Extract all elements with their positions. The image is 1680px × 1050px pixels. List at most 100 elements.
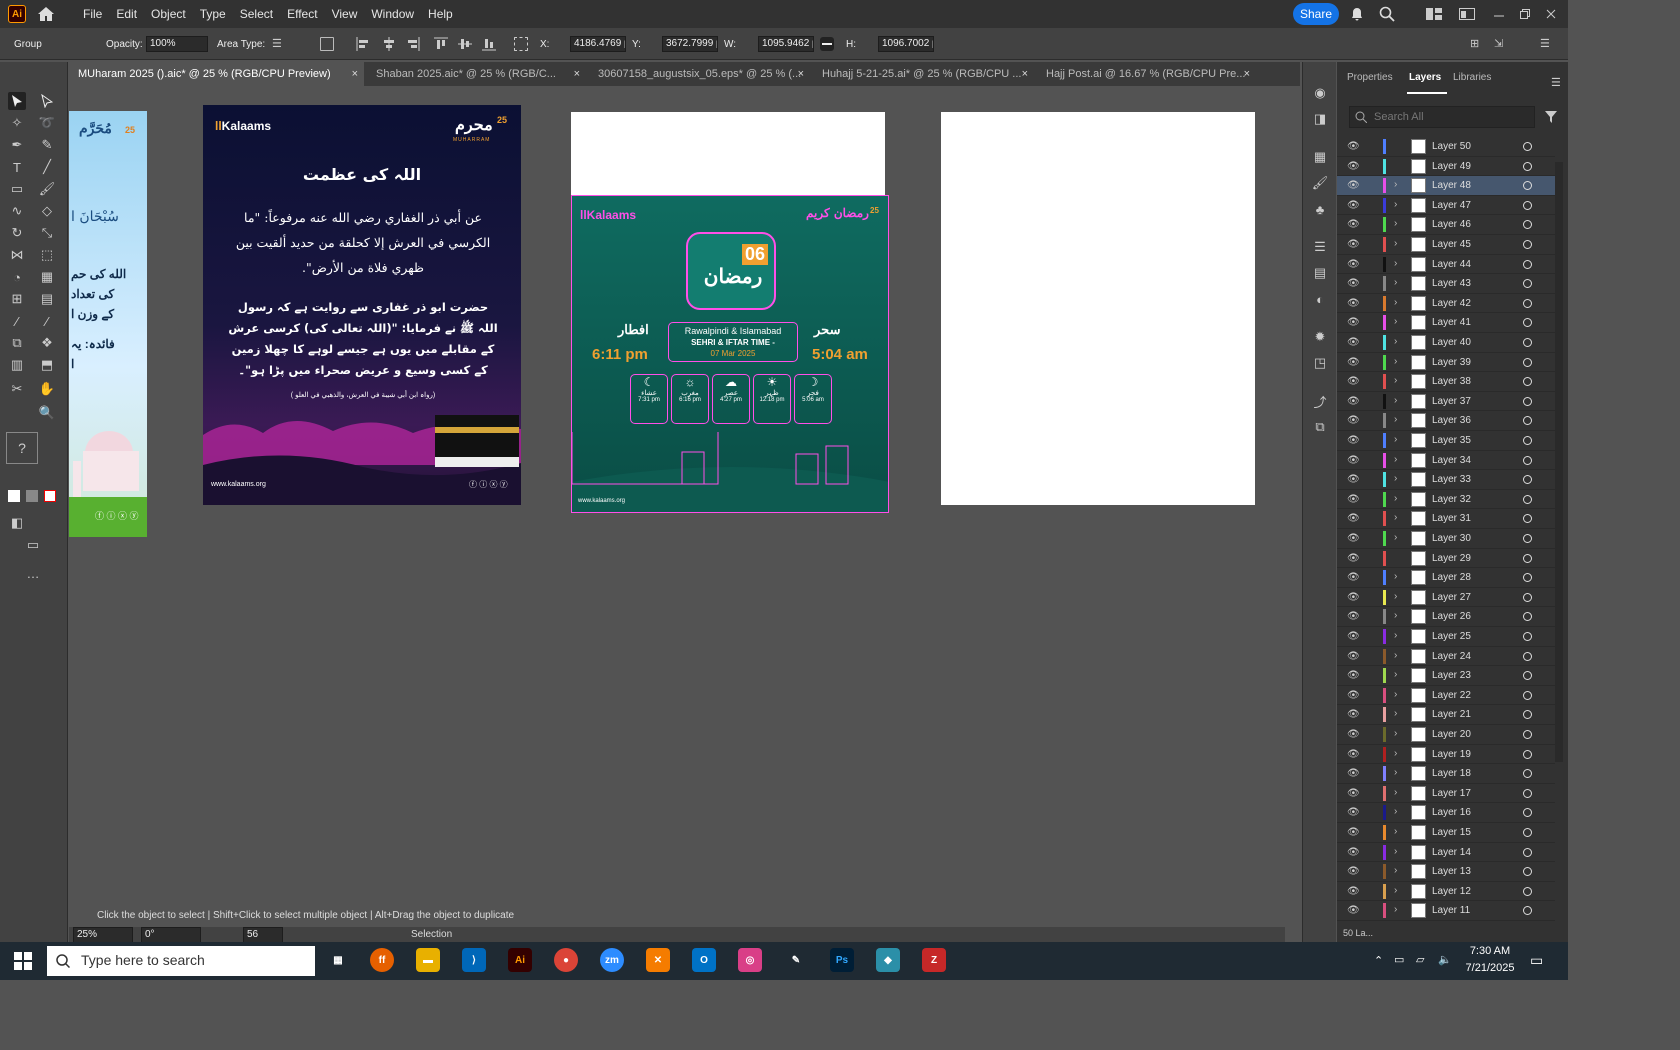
column-graph-icon[interactable]: ▥ [8, 356, 26, 374]
layer-name[interactable]: Layer 18 [1432, 768, 1471, 779]
w-field[interactable]: 1095.9462 p [758, 36, 814, 52]
swatches-icon[interactable]: ▦ [1311, 148, 1329, 166]
brushes-icon[interactable]: 🖌 [1311, 174, 1329, 192]
shaper-icon[interactable]: ∿ [8, 202, 26, 220]
notifications-icon[interactable]: ▭ [1530, 952, 1543, 969]
chrome-icon[interactable]: ● [554, 948, 578, 972]
layer-row[interactable]: 👁 Layer 50 [1337, 137, 1555, 157]
menu-object[interactable]: Object [144, 7, 193, 21]
layer-name[interactable]: Layer 24 [1432, 651, 1471, 662]
layer-target-icon[interactable] [1523, 279, 1532, 289]
layer-row[interactable]: 👁 › Layer 32 [1337, 490, 1555, 510]
layer-row[interactable]: 👁 Layer 29 [1337, 549, 1555, 569]
workspace-icon[interactable] [1425, 5, 1443, 23]
chevron-right-icon[interactable]: › [1394, 297, 1397, 308]
layer-name[interactable]: Layer 27 [1432, 592, 1471, 603]
layer-row[interactable]: 👁 › Layer 28 [1337, 568, 1555, 588]
layer-target-icon[interactable] [1523, 161, 1532, 171]
layer-row[interactable]: 👁 › Layer 37 [1337, 392, 1555, 412]
align-right-icon[interactable] [406, 37, 420, 51]
chevron-right-icon[interactable]: › [1394, 218, 1397, 229]
layer-name[interactable]: Layer 46 [1432, 219, 1471, 230]
hand-tool-icon[interactable]: ✋ [38, 380, 56, 398]
layer-row[interactable]: 👁 › Layer 11 [1337, 901, 1555, 921]
more-options-icon[interactable]: ☰ [1540, 37, 1554, 51]
share-button[interactable]: Share [1293, 3, 1339, 25]
fill-none-icon[interactable] [8, 490, 20, 502]
chevron-right-icon[interactable]: › [1394, 767, 1397, 778]
layer-row[interactable]: 👁 › Layer 25 [1337, 627, 1555, 647]
layer-name[interactable]: Layer 19 [1432, 749, 1471, 760]
canvas-area[interactable]: مُحَرَّم 25 سُبْحَانَ ا الله کی حم کی تع… [69, 87, 1285, 907]
layer-target-icon[interactable] [1523, 318, 1532, 328]
search-icon[interactable] [1378, 5, 1396, 23]
layer-name[interactable]: Layer 37 [1432, 396, 1471, 407]
layer-target-icon[interactable] [1523, 455, 1532, 465]
align-to-icon[interactable] [320, 37, 334, 51]
layer-row[interactable]: 👁 › Layer 12 [1337, 882, 1555, 902]
eye-icon[interactable]: 👁 [1347, 513, 1360, 525]
chevron-right-icon[interactable]: › [1394, 787, 1397, 798]
eye-icon[interactable]: 👁 [1347, 298, 1360, 310]
tab-close-icon[interactable]: × [574, 62, 580, 86]
chevron-right-icon[interactable]: › [1394, 708, 1397, 719]
eye-icon[interactable]: 👁 [1347, 553, 1360, 565]
selection-tool-icon[interactable] [8, 92, 26, 110]
layer-row[interactable]: 👁 › Layer 42 [1337, 294, 1555, 314]
mesh-icon[interactable]: ⊞ [8, 290, 26, 308]
photoshop-icon[interactable]: Ps [830, 948, 854, 972]
artboard-muharram-partial[interactable]: مُحَرَّم 25 سُبْحَانَ ا الله کی حم کی تع… [69, 111, 147, 537]
artboard-empty[interactable] [941, 112, 1255, 505]
layer-target-icon[interactable] [1523, 553, 1532, 563]
layer-name[interactable]: Layer 35 [1432, 435, 1471, 446]
creative-cloud-icon[interactable]: ◎ [738, 948, 762, 972]
layer-row[interactable]: 👁 › Layer 13 [1337, 862, 1555, 882]
chevron-right-icon[interactable]: › [1394, 414, 1397, 425]
eye-icon[interactable]: 👁 [1347, 788, 1360, 800]
eye-icon[interactable]: 👁 [1347, 847, 1360, 859]
eye-icon[interactable]: 👁 [1347, 180, 1360, 192]
layer-name[interactable]: Layer 25 [1432, 631, 1471, 642]
clock-date[interactable]: 7/21/2025 [1460, 962, 1520, 974]
layer-row[interactable]: 👁 › Layer 31 [1337, 509, 1555, 529]
shape-builder-icon[interactable]: ◔ [8, 268, 26, 286]
chevron-right-icon[interactable]: › [1394, 336, 1397, 347]
arrange-icon[interactable] [1458, 5, 1476, 23]
layer-name[interactable]: Layer 16 [1432, 807, 1471, 818]
layer-target-icon[interactable] [1523, 142, 1532, 151]
layers-search-input[interactable]: Search All [1349, 106, 1535, 128]
home-icon[interactable] [36, 4, 56, 24]
eye-icon[interactable]: 👁 [1347, 592, 1360, 604]
layer-target-icon[interactable] [1523, 730, 1532, 739]
chevron-right-icon[interactable]: › [1394, 610, 1397, 621]
artboards-panel-icon[interactable]: ⧉ [1311, 418, 1329, 436]
eye-icon[interactable]: 👁 [1347, 749, 1360, 761]
menu-select[interactable]: Select [233, 7, 280, 21]
layer-row[interactable]: 👁 › Layer 35 [1337, 431, 1555, 451]
align-center-icon[interactable] [382, 37, 396, 51]
layer-name[interactable]: Layer 41 [1432, 317, 1471, 328]
layer-row[interactable]: 👁 › Layer 19 [1337, 745, 1555, 765]
screen-mode-icon[interactable]: ▭ [24, 536, 42, 554]
blend-icon[interactable]: ⧉ [8, 334, 26, 352]
chevron-right-icon[interactable]: › [1394, 375, 1397, 386]
eye-icon[interactable]: 👁 [1347, 905, 1360, 917]
layer-name[interactable]: Layer 28 [1432, 572, 1471, 583]
tab-libraries[interactable]: Libraries [1453, 72, 1491, 83]
artboard-number-field[interactable]: 56 [243, 927, 283, 943]
eye-icon[interactable]: 👁 [1347, 455, 1360, 467]
layer-name[interactable]: Layer 31 [1432, 513, 1471, 524]
eraser-icon[interactable]: ◇ [38, 202, 56, 220]
rectangle-tool-icon[interactable]: ▭ [8, 180, 26, 198]
layer-name[interactable]: Layer 30 [1432, 533, 1471, 544]
paintbrush-icon[interactable]: 🖌 [38, 180, 56, 198]
layer-name[interactable]: Layer 43 [1432, 278, 1471, 289]
eye-icon[interactable]: 👁 [1347, 709, 1360, 721]
layer-row[interactable]: 👁 › Layer 20 [1337, 725, 1555, 745]
perspective-icon[interactable]: ▦ [38, 268, 56, 286]
eye-icon[interactable]: 👁 [1347, 886, 1360, 898]
layer-target-icon[interactable] [1523, 338, 1532, 347]
layer-name[interactable]: Layer 21 [1432, 709, 1471, 720]
measure-icon[interactable]: ⁄ [38, 312, 56, 330]
chevron-right-icon[interactable]: › [1394, 493, 1397, 504]
